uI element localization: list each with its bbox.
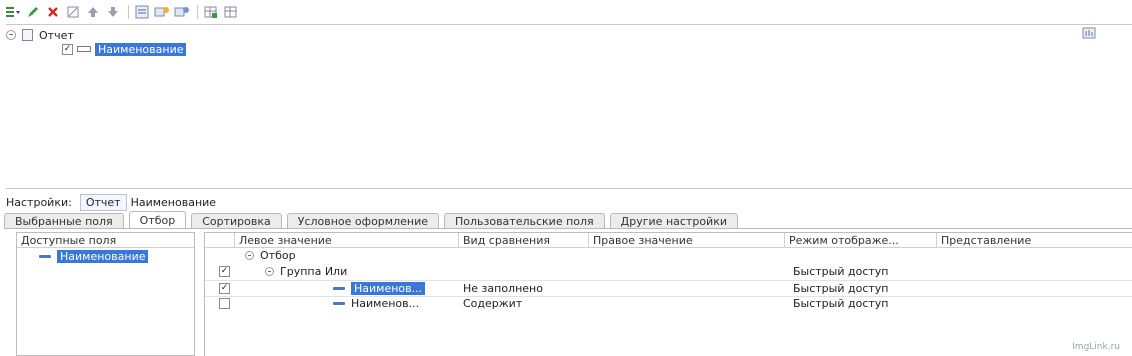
- table-icon-2[interactable]: [222, 3, 240, 21]
- field-list-icon: [77, 46, 91, 52]
- delete-icon[interactable]: [44, 3, 62, 21]
- settings-bar: Настройки: Отчет Наименование: [6, 192, 216, 212]
- table-row[interactable]: ✓ Группа Или Быстрый доступ: [205, 264, 1132, 279]
- toolbar: [0, 0, 1132, 24]
- grid-header: Левое значение Вид сравнения Правое знач…: [205, 233, 1132, 248]
- header-right-value[interactable]: Правое значение: [589, 233, 785, 247]
- collapse-icon[interactable]: [6, 30, 16, 40]
- available-field-item[interactable]: Наименование: [39, 250, 149, 263]
- display-mode-cell[interactable]: Быстрый доступ: [789, 296, 889, 311]
- row-checkbox-cell: [215, 296, 230, 311]
- table-icon-1[interactable]: [202, 3, 220, 21]
- header-left-value[interactable]: Левое значение: [235, 233, 459, 247]
- tree-checkbox[interactable]: ✓: [62, 43, 73, 55]
- header-display-mode[interactable]: Режим отображе...: [785, 233, 937, 247]
- tab-sorting[interactable]: Сортировка: [191, 213, 282, 229]
- available-fields-header: Доступные поля: [17, 233, 194, 248]
- left-value-cell[interactable]: Наименов...: [329, 296, 419, 311]
- comparison-cell[interactable]: Содержит: [459, 296, 522, 311]
- field-icon: [333, 302, 345, 305]
- settings-segment-report[interactable]: Отчет: [79, 193, 127, 211]
- tree-row-name[interactable]: ✓ Наименование: [62, 41, 187, 57]
- collapse-icon[interactable]: [245, 251, 254, 260]
- move-down-icon[interactable]: [104, 3, 122, 21]
- header-comparison[interactable]: Вид сравнения: [459, 233, 589, 247]
- left-value-text: Наименов...: [351, 297, 420, 310]
- move-up-icon[interactable]: [84, 3, 102, 21]
- row-checkbox-cell: ✓: [215, 281, 230, 296]
- tree-root-label: Отчет: [39, 28, 74, 42]
- table-row[interactable]: Наименов... Содержит Быстрый доступ: [205, 296, 1132, 311]
- row-checkbox[interactable]: ✓: [219, 266, 230, 277]
- left-value-cell: Группа Или: [261, 264, 347, 279]
- table-row[interactable]: ✓ Наименов... Не заполнено Быстрый досту…: [205, 280, 1132, 297]
- display-mode-cell[interactable]: Быстрый доступ: [789, 281, 889, 296]
- tab-other-settings[interactable]: Другие настройки: [609, 213, 738, 229]
- tab-divider: [4, 228, 1132, 229]
- field-icon: [39, 255, 51, 258]
- available-fields-panel: Доступные поля Наименование: [16, 232, 195, 356]
- report-icon: [22, 29, 33, 41]
- tab-selected-fields[interactable]: Выбранные поля: [4, 213, 124, 229]
- group-icon[interactable]: [133, 3, 151, 21]
- tree-child-label: Наименование: [95, 42, 187, 56]
- structure-tree: Отчет ✓ Наименование: [6, 24, 1132, 189]
- settings-label: Настройки:: [6, 195, 72, 209]
- row-checkbox-cell: ✓: [215, 264, 230, 279]
- field-icon-2[interactable]: [173, 3, 191, 21]
- clear-icon[interactable]: [64, 3, 82, 21]
- available-field-label: Наименование: [57, 250, 149, 263]
- tab-bar: Выбранные поля Отбор Сортировка Условное…: [4, 211, 743, 229]
- left-value-cell: Отбор: [241, 248, 296, 263]
- display-mode-cell[interactable]: Быстрый доступ: [789, 264, 889, 279]
- collapse-icon[interactable]: [265, 267, 274, 276]
- group-label: Группа Или: [280, 265, 348, 278]
- settings-icon[interactable]: [1082, 27, 1096, 39]
- left-value-text: Наименов...: [351, 282, 426, 295]
- header-presentation[interactable]: Представление: [937, 233, 1132, 247]
- row-checkbox[interactable]: ✓: [219, 283, 230, 294]
- edit-icon[interactable]: [24, 3, 42, 21]
- watermark: ImgLink.ru: [1072, 342, 1120, 352]
- toolbar-separator: [197, 5, 198, 19]
- settings-segment-value[interactable]: Наименование: [131, 196, 216, 209]
- tab-filter[interactable]: Отбор: [128, 211, 187, 229]
- tab-user-fields[interactable]: Пользовательские поля: [443, 213, 605, 229]
- field-icon-1[interactable]: [153, 3, 171, 21]
- comparison-cell[interactable]: Не заполнено: [459, 281, 543, 296]
- header-check: [205, 233, 235, 247]
- toolbar-separator: [128, 5, 129, 19]
- table-row[interactable]: Отбор: [205, 248, 1132, 263]
- filter-grid: Левое значение Вид сравнения Правое знач…: [204, 232, 1132, 356]
- row-checkbox[interactable]: [219, 298, 230, 309]
- field-icon: [333, 287, 345, 290]
- add-dropdown-icon[interactable]: [4, 3, 22, 21]
- filter-root-label: Отбор: [260, 249, 296, 262]
- left-value-cell[interactable]: Наименов...: [329, 281, 426, 296]
- tab-conditional-format[interactable]: Условное оформление: [286, 213, 439, 229]
